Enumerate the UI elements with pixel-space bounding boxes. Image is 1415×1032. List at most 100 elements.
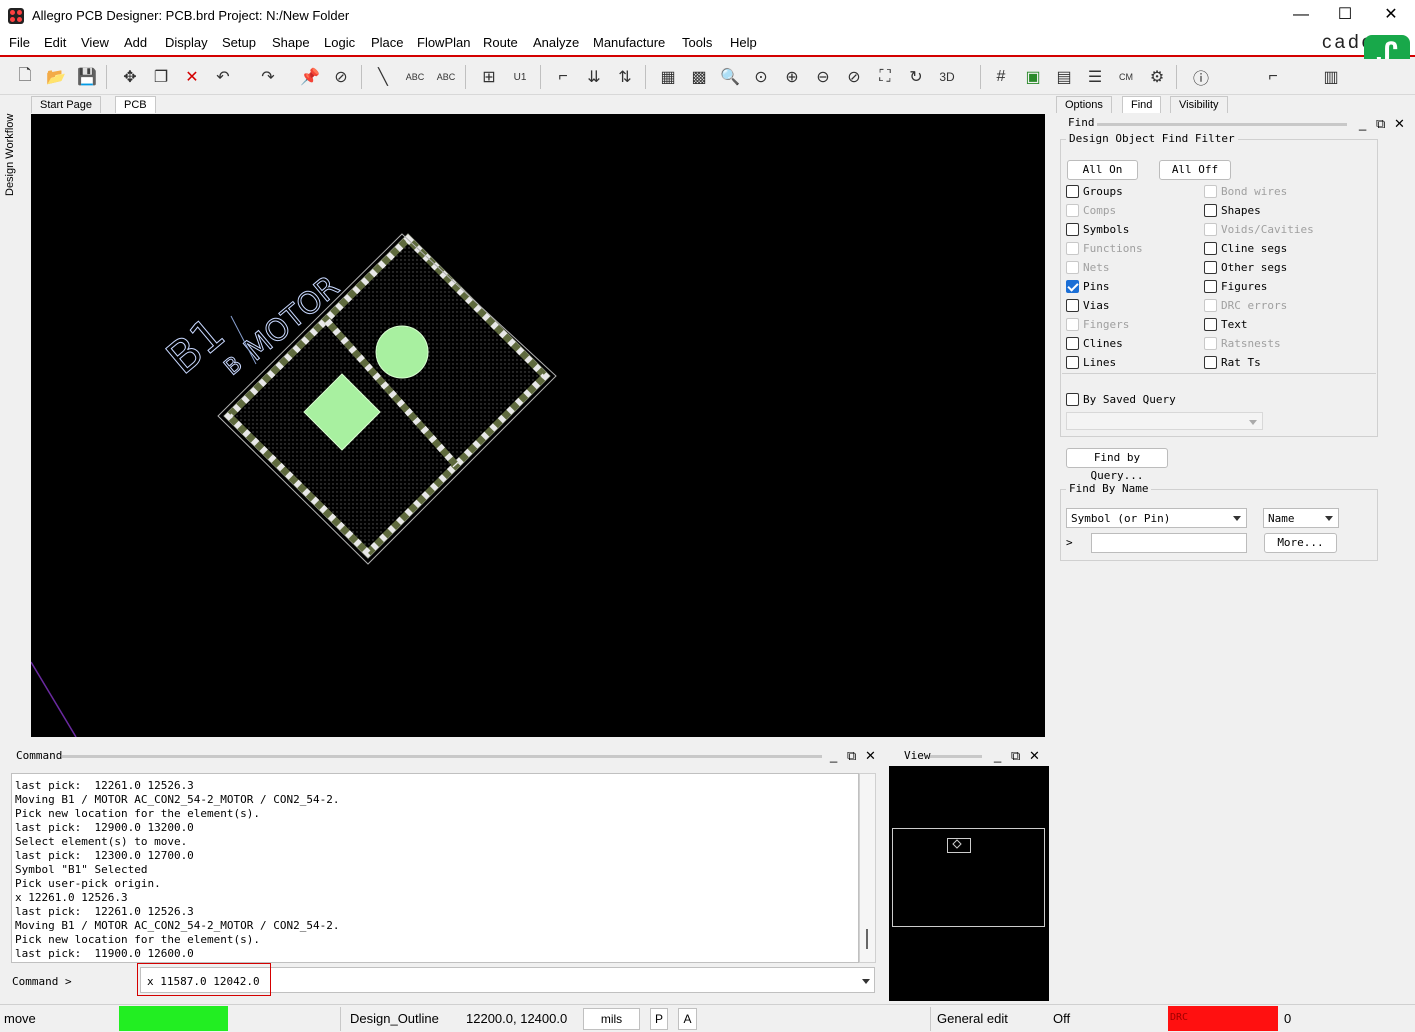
checkbox-box[interactable]	[1066, 280, 1079, 293]
command-log-scrollbar[interactable]	[859, 773, 876, 963]
properties-icon[interactable]: ⚙	[1144, 65, 1170, 89]
stack-icon[interactable]: ☰	[1082, 65, 1108, 89]
filter-vias-checkbox[interactable]: Vias	[1066, 299, 1110, 312]
place-ic-icon[interactable]: U1	[507, 65, 533, 89]
delete-icon[interactable]: ✕	[179, 65, 205, 89]
find-restore-icon[interactable]: ⧉	[1376, 116, 1385, 132]
tab-visibility[interactable]: Visibility	[1170, 96, 1228, 113]
redraw-icon[interactable]: ↻	[903, 65, 929, 89]
find-by-query-button[interactable]: Find by Query...	[1066, 448, 1168, 482]
find-panel-grip[interactable]	[1097, 123, 1347, 126]
copy-icon[interactable]: ❐	[148, 65, 174, 89]
menu-analyze[interactable]: Analyze	[533, 35, 579, 50]
status-active-class[interactable]: Design_Outline	[350, 1011, 439, 1026]
menu-help[interactable]: Help	[730, 35, 757, 50]
undo-icon[interactable]: ↶	[210, 65, 236, 89]
slide-icon[interactable]: ⇊	[581, 65, 607, 89]
filter-shapes-checkbox[interactable]: Shapes	[1204, 204, 1261, 217]
status-edit-mode[interactable]: General edit	[937, 1011, 1008, 1026]
menu-file[interactable]: File	[9, 35, 30, 50]
info-icon[interactable]: ⓘ	[1188, 65, 1214, 89]
menu-route[interactable]: Route	[483, 35, 518, 50]
menu-place[interactable]: Place	[371, 35, 404, 50]
checkbox-box[interactable]	[1204, 280, 1217, 293]
color-dialog-icon[interactable]: ▣	[1020, 65, 1046, 89]
a-toggle-button[interactable]: A	[678, 1008, 697, 1030]
find-close-icon[interactable]: ✕	[1394, 116, 1405, 132]
view-minimize-icon[interactable]: _	[994, 748, 1001, 763]
scrollbar-thumb[interactable]	[866, 929, 868, 949]
pin-icon[interactable]: 📌	[297, 65, 323, 89]
move-icon[interactable]: ✥	[117, 65, 143, 89]
units-button[interactable]: mils	[583, 1008, 640, 1030]
by-saved-query-checkbox[interactable]: By Saved Query	[1066, 393, 1176, 406]
p-toggle-button[interactable]: P	[650, 1008, 668, 1030]
pcb-canvas[interactable]: B1 B MOTOR	[31, 114, 1045, 737]
filter-symbols-checkbox[interactable]: Symbols	[1066, 223, 1129, 236]
menu-add[interactable]: Add	[124, 35, 147, 50]
zoom-pick-icon[interactable]: 🔍	[717, 65, 743, 89]
command-history-dropdown-icon[interactable]	[862, 979, 870, 984]
filter-figures-checkbox[interactable]: Figures	[1204, 280, 1267, 293]
minimize-button[interactable]: —	[1278, 0, 1324, 32]
object-type-select[interactable]: Symbol (or Pin)	[1066, 508, 1247, 528]
find-minimize-icon[interactable]: _	[1359, 116, 1366, 131]
filter-text-checkbox[interactable]: Text	[1204, 318, 1248, 331]
saved-query-select[interactable]	[1066, 412, 1263, 430]
menu-shape[interactable]: Shape	[272, 35, 310, 50]
save-icon[interactable]: 💾	[74, 65, 100, 89]
checkbox-box[interactable]	[1204, 356, 1217, 369]
grid-toggle-icon[interactable]: #	[988, 65, 1014, 89]
menu-setup[interactable]: Setup	[222, 35, 256, 50]
checkbox-box[interactable]	[1066, 299, 1079, 312]
command-minimize-icon[interactable]: _	[830, 748, 837, 763]
command-restore-icon[interactable]: ⧉	[847, 748, 856, 764]
motor-footprint[interactable]	[217, 233, 557, 565]
checkbox-box[interactable]	[1204, 242, 1217, 255]
more-button[interactable]: More...	[1264, 533, 1337, 553]
command-close-icon[interactable]: ✕	[865, 748, 876, 764]
menu-display[interactable]: Display	[165, 35, 208, 50]
tab-find[interactable]: Find	[1122, 96, 1162, 113]
route-connect-icon[interactable]: ⌐	[550, 65, 576, 89]
menu-manufacture[interactable]: Manufacture	[593, 35, 665, 50]
place-component-icon[interactable]: ⊞	[476, 65, 502, 89]
close-button[interactable]: ✕	[1368, 0, 1414, 32]
zoom-fit-icon[interactable]: ⊙	[748, 65, 774, 89]
filter-groups-checkbox[interactable]: Groups	[1066, 185, 1123, 198]
drc-indicator[interactable]: DRC	[1168, 1006, 1278, 1031]
menu-logic[interactable]: Logic	[324, 35, 355, 50]
checkbox-box[interactable]	[1066, 223, 1079, 236]
redo-icon[interactable]: ↷	[255, 65, 281, 89]
view-restore-icon[interactable]: ⧉	[1011, 748, 1020, 764]
design-workflow-tab[interactable]: Design Workflow	[0, 96, 26, 736]
3d-view-icon[interactable]: 3D	[934, 65, 960, 89]
constraint-manager-icon[interactable]: CM	[1113, 65, 1139, 89]
checkbox-box[interactable]	[1066, 356, 1079, 369]
new-file-icon[interactable]: 🗋	[12, 65, 38, 89]
checkbox-box[interactable]	[1066, 185, 1079, 198]
add-text-icon[interactable]: ABC	[402, 65, 428, 89]
menu-flowplan[interactable]: FlowPlan	[417, 35, 470, 50]
filter-pins-checkbox[interactable]: Pins	[1066, 280, 1110, 293]
menu-tools[interactable]: Tools	[682, 35, 712, 50]
zoom-world-icon[interactable]: ⛶	[872, 65, 898, 89]
menu-view[interactable]: View	[81, 35, 109, 50]
filter-rat-ts-checkbox[interactable]: Rat Ts	[1204, 356, 1261, 369]
world-view-viewport[interactable]	[947, 838, 971, 853]
add-line-icon[interactable]: ╲	[370, 65, 396, 89]
edit-text-icon[interactable]: ABC	[433, 65, 459, 89]
command-panel-grip[interactable]	[62, 755, 822, 758]
zoom-out-icon[interactable]: ⊖	[810, 65, 836, 89]
swap-icon[interactable]: ⇅	[612, 65, 638, 89]
unpin-icon[interactable]: ⊘	[328, 65, 354, 89]
find-name-input[interactable]	[1091, 533, 1247, 553]
layer-visibility-icon[interactable]: ▤	[1051, 65, 1077, 89]
grid-zoom-icon[interactable]: ▦	[655, 65, 681, 89]
tab-pcb[interactable]: PCB	[115, 96, 156, 113]
filter-lines-checkbox[interactable]: Lines	[1066, 356, 1116, 369]
all-on-button[interactable]: All On	[1067, 160, 1138, 180]
checkbox-box[interactable]	[1066, 337, 1079, 350]
view-panel-grip[interactable]	[930, 755, 982, 758]
tab-options[interactable]: Options	[1056, 96, 1112, 113]
